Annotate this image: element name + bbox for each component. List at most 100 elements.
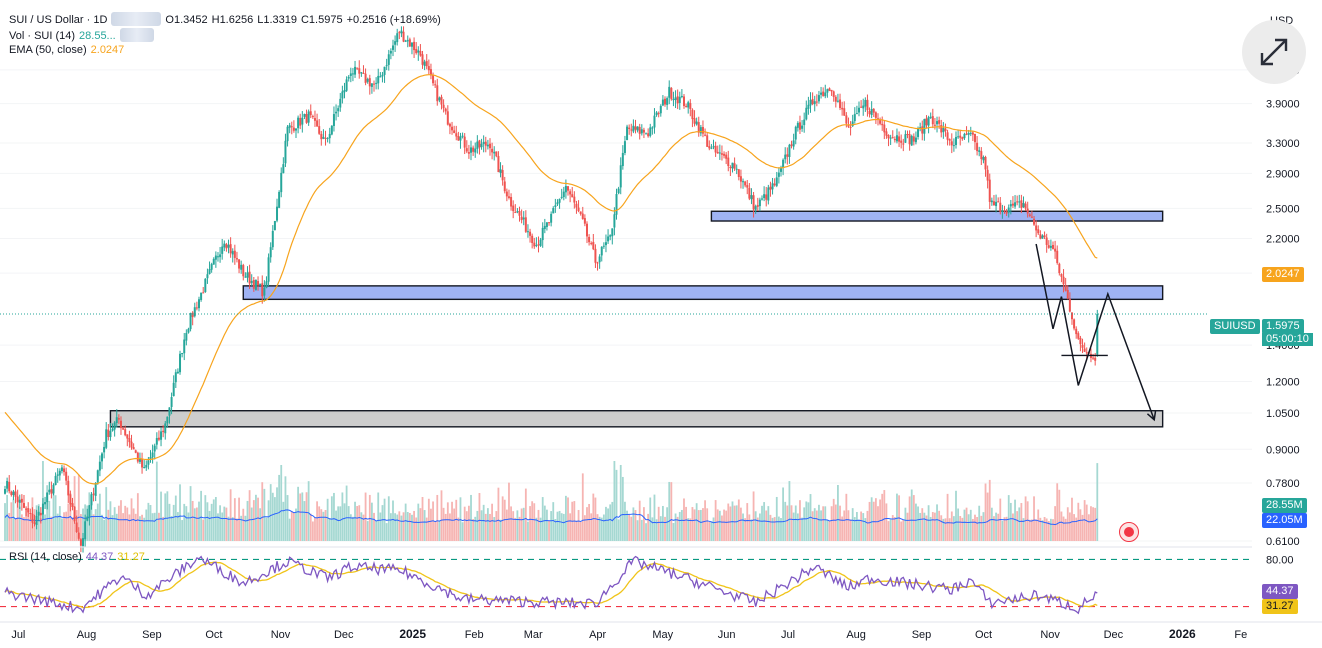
volume-bar — [632, 507, 635, 541]
candle-body — [1024, 203, 1027, 209]
volume-bar — [685, 506, 687, 541]
candle-body — [373, 83, 376, 85]
volume-bar — [495, 511, 498, 541]
candle-body — [761, 198, 764, 200]
volume-bar — [1014, 499, 1016, 541]
time-tick-label: Mar — [524, 629, 543, 641]
volume-bar — [794, 505, 797, 541]
zones[interactable] — [109, 210, 1164, 428]
candle-body — [202, 292, 205, 294]
candle-body — [617, 188, 620, 194]
candle-body — [1041, 235, 1044, 239]
volume-blur-chip — [119, 28, 154, 42]
volume-bar — [61, 518, 63, 541]
volume-bar — [647, 513, 650, 541]
volume-bar — [476, 510, 479, 541]
candle-body — [341, 91, 344, 99]
candle-body — [1020, 200, 1023, 208]
candle-body — [794, 126, 797, 140]
volume-bar — [1035, 519, 1038, 541]
volume-bar — [680, 509, 683, 541]
projection-drawing[interactable] — [1035, 243, 1157, 422]
candle-body — [250, 281, 253, 283]
candle-body — [990, 200, 993, 203]
volume-bar — [438, 520, 441, 541]
candle-body — [491, 148, 494, 153]
fullscreen-button[interactable] — [1242, 20, 1306, 84]
candle-body — [84, 521, 87, 540]
candle-body — [6, 480, 9, 489]
price-tick-label: 0.7800 — [1266, 478, 1300, 490]
candle-body — [640, 129, 643, 134]
volume-bar — [324, 510, 327, 541]
volume-bar — [377, 492, 380, 541]
candle-body — [337, 108, 340, 112]
volume-bar — [71, 517, 74, 541]
candle-body — [183, 339, 186, 354]
volume-label[interactable]: Vol · SUI (14) — [9, 30, 75, 42]
candle-body — [881, 123, 884, 126]
volume-bar — [1056, 483, 1059, 541]
volume-bar — [371, 502, 373, 541]
rsi-label[interactable]: RSI (14, close) — [9, 551, 82, 563]
candle-body — [67, 480, 70, 496]
candle-body — [554, 205, 557, 207]
change-value: +0.2516 (+18.69%) — [346, 14, 441, 26]
candle-body — [676, 96, 679, 104]
candle-body — [862, 105, 865, 109]
candle-body — [645, 133, 648, 135]
volume-bar — [44, 514, 46, 541]
volume-bar — [969, 509, 972, 541]
candle-body — [41, 503, 44, 515]
volume-bar — [402, 512, 405, 541]
candle-body — [269, 247, 272, 258]
volume-bar — [870, 497, 873, 541]
candle-body — [396, 33, 399, 43]
volume-bar — [132, 508, 135, 541]
volume-bar — [1045, 518, 1048, 541]
volume-bar — [546, 509, 548, 541]
volume-bar — [98, 493, 101, 541]
volume-bar — [769, 514, 772, 541]
candle-body — [718, 152, 721, 154]
candle-body — [733, 163, 736, 169]
candle-body — [200, 292, 203, 300]
candle-body — [898, 136, 901, 142]
candle-body — [632, 125, 635, 132]
candle-body — [197, 299, 200, 309]
candle-body — [307, 111, 310, 123]
volume-bar — [927, 505, 930, 541]
earnings-event-icon[interactable] — [1119, 522, 1139, 542]
candle-body — [507, 196, 510, 198]
candle-body — [240, 264, 243, 270]
volume-bar — [288, 518, 291, 541]
volume-bar — [583, 515, 586, 541]
volume-bar — [164, 493, 167, 541]
candle-body — [282, 164, 285, 174]
candle-body — [1081, 344, 1084, 348]
candle-body — [318, 126, 321, 134]
candle-body — [480, 143, 483, 148]
price-chart[interactable]: USD4.50003.90003.30002.90002.50002.20001… — [0, 0, 1322, 648]
candle-body — [288, 125, 291, 128]
ema-label[interactable]: EMA (50, close) — [9, 44, 87, 56]
volume-bar — [303, 501, 306, 541]
high-value: H1.6256 — [211, 14, 254, 26]
volume-bar — [917, 506, 919, 541]
volume-bar — [788, 481, 791, 541]
candle-body — [805, 107, 808, 120]
candle-body — [276, 206, 279, 221]
volume-bar — [626, 510, 628, 541]
volume-bar — [503, 499, 506, 541]
candle-body — [246, 272, 249, 278]
candle-body — [50, 489, 53, 494]
candle-body — [100, 453, 103, 462]
candle-body — [486, 144, 489, 147]
candle-body — [328, 133, 331, 139]
candle-body — [134, 450, 137, 453]
volume-bar — [843, 510, 846, 541]
volume-bar — [900, 521, 903, 541]
candle-body — [351, 73, 354, 75]
symbol-title[interactable]: SUI / US Dollar · 1D — [9, 14, 107, 26]
candle-body — [659, 105, 662, 114]
